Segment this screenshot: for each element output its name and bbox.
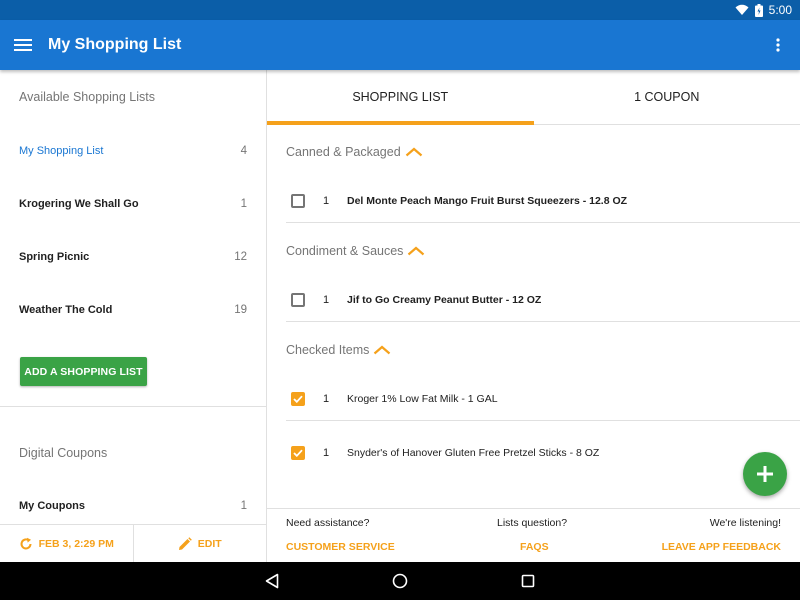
hamburger-menu-icon[interactable] <box>0 20 46 70</box>
recents-icon[interactable] <box>516 569 540 593</box>
wifi-icon <box>735 4 749 16</box>
row-divider <box>286 420 800 421</box>
row-divider <box>286 222 800 223</box>
back-icon[interactable] <box>260 569 284 593</box>
add-item-fab[interactable] <box>743 452 787 496</box>
checkmark-icon <box>293 395 303 403</box>
category-header-condiment-sauces[interactable]: Condiment & Sauces <box>286 244 425 258</box>
category-title: Condiment & Sauces <box>286 244 404 258</box>
sidebar-item-my-shopping-list[interactable]: My Shopping List 4 <box>0 136 266 166</box>
list-count: 19 <box>234 304 247 316</box>
app-bar: My Shopping List <box>0 20 800 70</box>
system-nav-bar <box>0 562 800 600</box>
leave-feedback-link[interactable]: LEAVE APP FEEDBACK <box>662 541 781 553</box>
list-item[interactable]: 1 Snyder's of Hanover Gluten Free Pretze… <box>286 433 800 473</box>
status-bar: 5:00 <box>0 0 800 20</box>
pencil-icon <box>178 536 192 550</box>
list-item[interactable]: 1 Kroger 1% Low Fat Milk - 1 GAL <box>286 379 800 419</box>
refresh-icon <box>20 537 32 549</box>
sidebar-divider <box>0 406 266 407</box>
sync-timestamp: FEB 3, 2:29 PM <box>38 537 114 550</box>
tab-coupon[interactable]: 1 COUPON <box>534 70 800 124</box>
add-shopping-list-button[interactable]: ADD A SHOPPING LIST <box>20 357 147 386</box>
list-name: Weather The Cold <box>19 304 113 316</box>
battery-icon <box>754 3 763 17</box>
sidebar-item-spring-picnic[interactable]: Spring Picnic 12 <box>0 242 266 272</box>
item-name: Snyder's of Hanover Gluten Free Pretzel … <box>347 447 600 459</box>
list-name: My Shopping List <box>19 145 104 157</box>
list-name: Krogering We Shall Go <box>19 198 139 210</box>
need-assistance-text: Need assistance? <box>286 517 370 529</box>
item-quantity: 1 <box>323 195 330 207</box>
item-checkbox[interactable] <box>291 446 305 460</box>
chevron-up-icon <box>374 345 391 355</box>
category-header-canned-packaged[interactable]: Canned & Packaged <box>286 145 423 159</box>
edit-button[interactable]: EDIT <box>132 525 267 562</box>
chevron-up-icon <box>408 246 425 256</box>
sync-button[interactable]: FEB 3, 2:29 PM <box>0 525 133 562</box>
list-count: 1 <box>240 500 247 512</box>
lists-question-text: Lists question? <box>497 517 568 529</box>
category-title: Canned & Packaged <box>286 145 401 159</box>
item-name: Jif to Go Creamy Peanut Butter - 12 OZ <box>347 294 542 306</box>
item-quantity: 1 <box>323 447 330 459</box>
listening-text: We're listening! <box>709 517 781 529</box>
list-item[interactable]: 1 Jif to Go Creamy Peanut Butter - 12 OZ <box>286 280 800 320</box>
item-name: Del Monte Peach Mango Fruit Burst Squeez… <box>347 195 628 207</box>
list-name: My Coupons <box>19 500 85 512</box>
list-name: Spring Picnic <box>19 251 90 263</box>
faqs-link[interactable]: FAQS <box>520 541 549 553</box>
item-checkbox[interactable] <box>291 293 305 307</box>
list-count: 1 <box>240 198 247 210</box>
chevron-up-icon <box>405 147 422 157</box>
sidebar-item-krogering-we-shall-go[interactable]: Krogering We Shall Go 1 <box>0 189 266 219</box>
list-count: 4 <box>240 145 247 157</box>
lists-section-title: Available Shopping Lists <box>19 90 155 104</box>
checkmark-icon <box>293 449 303 457</box>
item-checkbox[interactable] <box>291 194 305 208</box>
list-item[interactable]: 1 Del Monte Peach Mango Fruit Burst Sque… <box>286 181 800 221</box>
sidebar-footer: FEB 3, 2:29 PM EDIT <box>0 524 266 562</box>
help-footer: Need assistance? Lists question? We're l… <box>267 508 800 562</box>
edit-label: EDIT <box>197 537 222 550</box>
sidebar-item-weather-the-cold[interactable]: Weather The Cold 19 <box>0 295 266 325</box>
sidebar-item-my-coupons[interactable]: My Coupons 1 <box>0 491 266 521</box>
plus-icon <box>757 466 773 482</box>
list-count: 12 <box>234 251 247 263</box>
row-divider <box>286 321 800 322</box>
category-header-checked-items[interactable]: Checked Items <box>286 343 391 357</box>
more-vert-icon[interactable] <box>766 33 790 57</box>
coupons-section-title: Digital Coupons <box>19 446 108 460</box>
tab-shopping-list[interactable]: SHOPPING LIST <box>267 70 534 125</box>
home-icon[interactable] <box>388 569 412 593</box>
tab-bar: SHOPPING LIST 1 COUPON <box>267 70 800 125</box>
page-title: My Shopping List <box>48 36 182 53</box>
item-checkbox[interactable] <box>291 392 305 406</box>
app-screen: 5:00 My Shopping List Available Shopping… <box>0 0 800 600</box>
item-quantity: 1 <box>323 393 330 405</box>
item-quantity: 1 <box>323 294 330 306</box>
category-title: Checked Items <box>286 343 370 357</box>
sidebar: Available Shopping Lists My Shopping Lis… <box>0 70 267 562</box>
customer-service-link[interactable]: CUSTOMER SERVICE <box>286 541 395 553</box>
item-name: Kroger 1% Low Fat Milk - 1 GAL <box>347 393 498 405</box>
main-panel: SHOPPING LIST 1 COUPON Canned & Packaged… <box>267 70 800 562</box>
status-time: 5:00 <box>768 3 792 17</box>
